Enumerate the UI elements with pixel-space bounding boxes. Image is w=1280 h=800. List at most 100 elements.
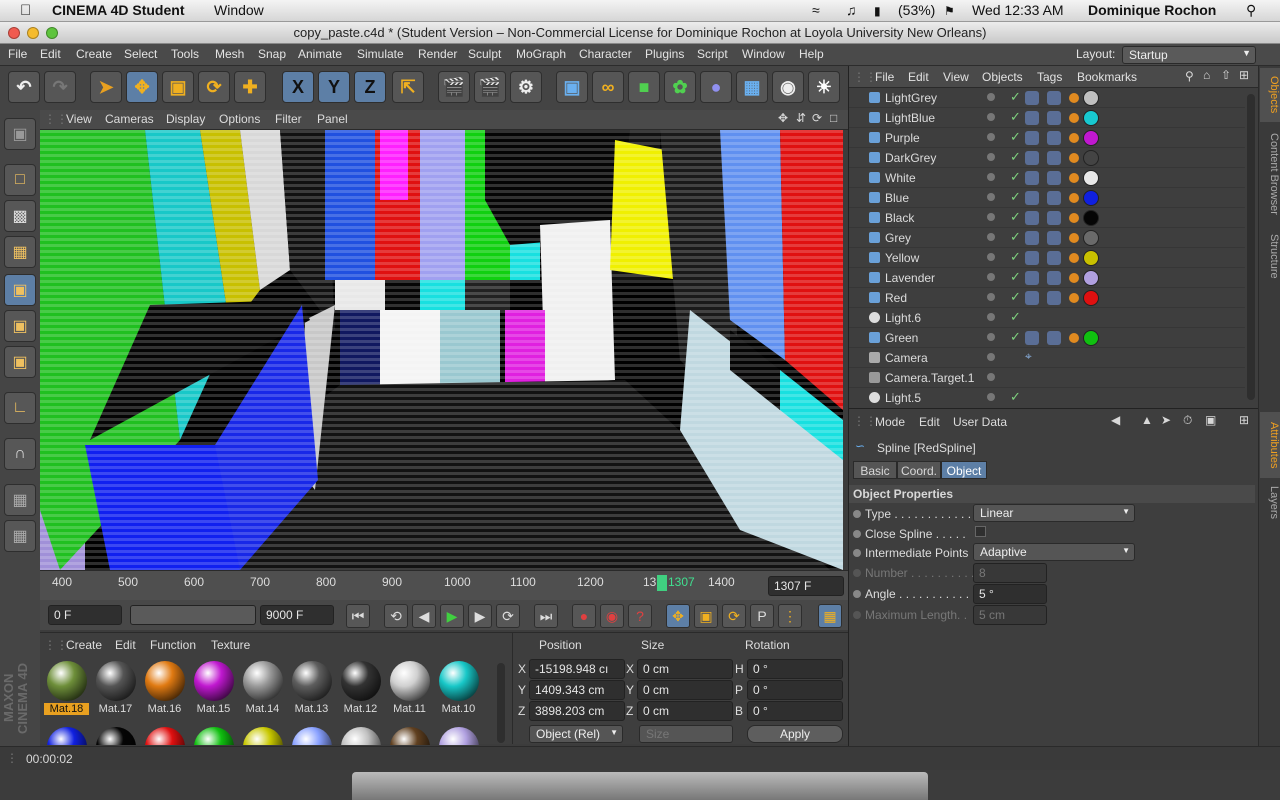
compositing-tag-icon[interactable] xyxy=(1025,171,1039,185)
compositing-tag-icon[interactable] xyxy=(1025,271,1039,285)
visibility-dot[interactable] xyxy=(987,93,995,101)
enabled-check-icon[interactable]: ✓ xyxy=(1010,329,1021,345)
object-menu-file[interactable]: File xyxy=(875,70,894,84)
material-item[interactable]: Mat.11 xyxy=(387,659,432,719)
material-tag-icon[interactable] xyxy=(1083,110,1099,126)
visibility-dot[interactable] xyxy=(987,333,995,341)
zoom-button[interactable] xyxy=(46,27,58,39)
material-item[interactable]: Mat.18 xyxy=(44,659,89,719)
enabled-check-icon[interactable]: ✓ xyxy=(1010,389,1021,405)
phong-tag-icon[interactable] xyxy=(1069,293,1079,303)
coordinate-system-button[interactable]: ⇱ xyxy=(392,71,424,103)
enabled-check-icon[interactable]: ✓ xyxy=(1010,249,1021,265)
tab-object[interactable]: Object xyxy=(941,461,987,479)
lock-icon[interactable]: ▣ xyxy=(1205,413,1216,427)
key-scale-button[interactable]: ▣ xyxy=(694,604,718,628)
intermediate-points-radio[interactable] xyxy=(853,549,861,557)
compositing-tag-icon[interactable] xyxy=(1047,331,1061,345)
object-menu-tags[interactable]: Tags xyxy=(1037,70,1062,84)
visibility-dot[interactable] xyxy=(987,373,995,381)
object-row[interactable]: Green ✓ xyxy=(849,328,1245,348)
attr-menu-mode[interactable]: Mode xyxy=(875,415,905,429)
make-editable-button[interactable]: ▣ xyxy=(4,118,36,150)
key-pla-button[interactable]: ⋮ xyxy=(778,604,802,628)
phong-tag-icon[interactable] xyxy=(1069,133,1079,143)
rotation-h-field[interactable]: 0 ° xyxy=(747,659,843,679)
visibility-dot[interactable] xyxy=(987,113,995,121)
next-frame-button[interactable]: ▶ xyxy=(468,604,492,628)
phong-tag-icon[interactable] xyxy=(1069,253,1079,263)
search-icon[interactable]: ⚲ xyxy=(1185,69,1194,83)
volume-icon[interactable]: ♫ xyxy=(846,2,857,18)
visibility-dot[interactable] xyxy=(987,133,995,141)
viewport-menu-filter[interactable]: Filter xyxy=(275,112,302,126)
attr-menu-edit[interactable]: Edit xyxy=(919,415,940,429)
compositing-tag-icon[interactable] xyxy=(1047,211,1061,225)
object-menu-view[interactable]: View xyxy=(943,70,969,84)
object-menu-bookmarks[interactable]: Bookmarks xyxy=(1077,70,1137,84)
tab-objects[interactable]: Objects xyxy=(1260,68,1280,122)
menu-edit[interactable]: Edit xyxy=(40,47,61,61)
material-preview-icon[interactable] xyxy=(341,727,381,745)
drag-handle-icon[interactable]: ⋮⋮ xyxy=(853,414,877,428)
drag-handle-icon[interactable]: ⋮⋮ xyxy=(853,70,877,84)
menu-window[interactable]: Window xyxy=(742,47,785,61)
material-scrollbar[interactable] xyxy=(497,663,505,743)
material-preview-icon[interactable] xyxy=(243,727,283,745)
max-length-field[interactable]: 5 cm xyxy=(973,605,1047,625)
tab-basic[interactable]: Basic xyxy=(853,461,897,479)
material-tag-icon[interactable] xyxy=(1083,270,1099,286)
enabled-check-icon[interactable]: ✓ xyxy=(1010,269,1021,285)
menu-animate[interactable]: Animate xyxy=(298,47,342,61)
size-y-field[interactable]: 0 cm xyxy=(637,680,733,700)
enabled-check-icon[interactable]: ✓ xyxy=(1010,129,1021,145)
previous-key-button[interactable]: ⟲ xyxy=(384,604,408,628)
enabled-check-icon[interactable]: ✓ xyxy=(1010,89,1021,105)
material-preview-icon[interactable] xyxy=(390,727,430,745)
menu-tools[interactable]: Tools xyxy=(171,47,199,61)
viewport-menu-cameras[interactable]: Cameras xyxy=(105,112,154,126)
type-dropdown[interactable]: Linear ▼ xyxy=(973,504,1135,522)
enabled-check-icon[interactable]: ✓ xyxy=(1010,309,1021,325)
menu-snap[interactable]: Snap xyxy=(258,47,286,61)
viewport-rotate-icon[interactable]: ⟳ xyxy=(812,111,822,125)
back-arrow-icon[interactable]: ◀ xyxy=(1111,413,1120,427)
material-tag-icon[interactable] xyxy=(1083,190,1099,206)
deformer-button[interactable]: ● xyxy=(700,71,732,103)
cube-object-button[interactable]: ▣ xyxy=(556,71,588,103)
enabled-check-icon[interactable]: ✓ xyxy=(1010,149,1021,165)
y-axis-lock-button[interactable]: Y xyxy=(318,71,350,103)
snap-button[interactable]: ∩ xyxy=(4,438,36,470)
battery-icon[interactable]: ▮ xyxy=(874,4,881,18)
object-row[interactable]: Red ✓ xyxy=(849,288,1245,308)
visibility-dot[interactable] xyxy=(987,153,995,161)
enabled-check-icon[interactable]: ✓ xyxy=(1010,289,1021,305)
visibility-dot[interactable] xyxy=(987,213,995,221)
key-position-button[interactable]: ✥ xyxy=(666,604,690,628)
phong-tag-icon[interactable] xyxy=(1069,213,1079,223)
rotation-b-field[interactable]: 0 ° xyxy=(747,701,843,721)
object-row[interactable]: LightGrey ✓ xyxy=(849,88,1245,108)
compositing-tag-icon[interactable] xyxy=(1047,231,1061,245)
enabled-check-icon[interactable]: ✓ xyxy=(1010,169,1021,185)
light-object-button[interactable]: ☀ xyxy=(808,71,840,103)
angle-radio[interactable] xyxy=(853,590,861,598)
material-preview-icon[interactable] xyxy=(47,727,87,745)
current-frame-field[interactable]: 1307 F xyxy=(768,576,844,596)
max-length-radio[interactable] xyxy=(853,611,861,619)
viewport-maximize-icon[interactable]: □ xyxy=(830,111,837,125)
menu-help[interactable]: Help xyxy=(799,47,824,61)
object-row[interactable]: LightBlue ✓ xyxy=(849,108,1245,128)
phong-tag-icon[interactable] xyxy=(1069,273,1079,283)
visibility-dot[interactable] xyxy=(987,253,995,261)
visibility-dot[interactable] xyxy=(987,313,995,321)
visibility-dot[interactable] xyxy=(987,233,995,241)
workplane-lock-button[interactable]: ▦ xyxy=(4,484,36,516)
drag-handle-icon[interactable]: ⋮ xyxy=(6,751,18,765)
compositing-tag-icon[interactable] xyxy=(1025,191,1039,205)
material-tag-icon[interactable] xyxy=(1083,250,1099,266)
close-spline-radio[interactable] xyxy=(853,530,861,538)
material-preview-icon[interactable] xyxy=(439,727,479,745)
position-y-field[interactable]: 1409.343 cm xyxy=(529,680,625,700)
compositing-tag-icon[interactable] xyxy=(1025,131,1039,145)
